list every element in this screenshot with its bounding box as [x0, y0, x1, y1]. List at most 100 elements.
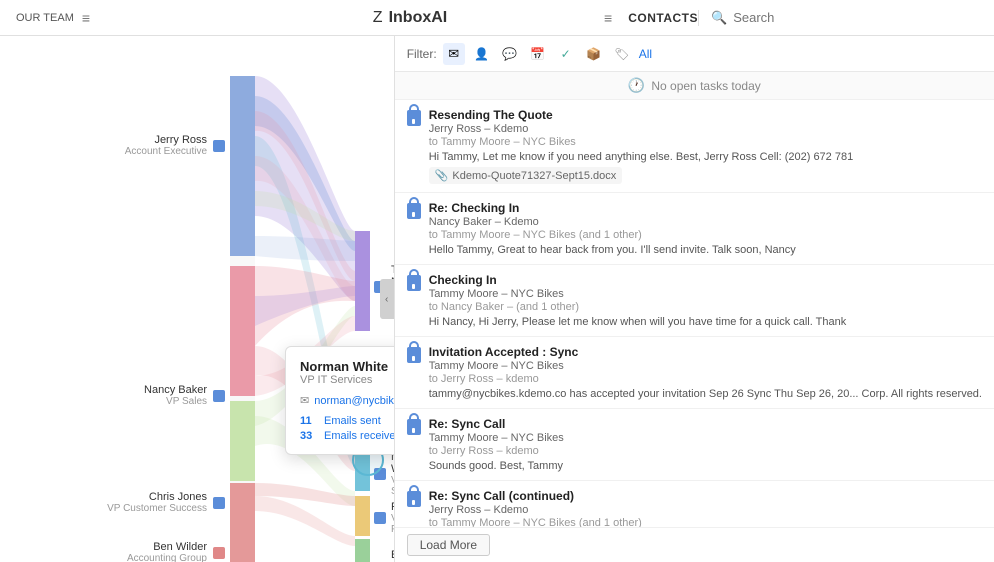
- menu-icon[interactable]: ≡: [82, 10, 90, 26]
- jerry-ross-label: Jerry Ross Account Executive: [20, 134, 225, 157]
- chat-filter-icon[interactable]: 💬: [499, 43, 521, 65]
- collapse-panel-button[interactable]: ‹: [380, 279, 394, 319]
- search-section: 🔍: [698, 10, 978, 26]
- email-from: Tammy Moore – NYC Bikes: [429, 360, 982, 372]
- email-subject: Re: Checking In: [429, 201, 982, 215]
- chris-jones-label: Chris Jones VP Customer Success: [20, 491, 225, 514]
- email-icon: ✉: [300, 394, 309, 407]
- no-tasks-text: No open tasks today: [651, 79, 760, 93]
- ben-wilder-indicator: [213, 547, 225, 559]
- load-more-container: Load More: [395, 527, 994, 562]
- email-subject: Checking In: [429, 273, 982, 287]
- load-more-button[interactable]: Load More: [407, 534, 490, 556]
- search-icon: 🔍: [711, 10, 727, 26]
- tag-filter-icon[interactable]: 🏷: [611, 43, 633, 65]
- email-lock-icon: [407, 203, 421, 256]
- check-filter-icon[interactable]: ✓: [555, 43, 577, 65]
- nancy-baker-name: Nancy Baker: [144, 384, 207, 396]
- nancy-baker-label: Nancy Baker VP Sales: [20, 384, 225, 407]
- email-from: Nancy Baker – Kdemo: [429, 216, 982, 228]
- chris-jones-name: Chris Jones: [107, 491, 207, 503]
- popup-email-row: ✉ norman@nycbikes.kdemo.co: [300, 394, 395, 407]
- email-to: to Nancy Baker – (and 1 other): [429, 301, 982, 313]
- chris-jones-title: VP Customer Success: [107, 503, 207, 514]
- filter-bar: Filter: ✉ 👤 💬 📅 ✓ 📦 🏷 All: [395, 36, 994, 72]
- email-preview: Hello Tammy, Great to hear back from you…: [429, 244, 982, 256]
- email-lock-icon: [407, 491, 421, 527]
- contacts-nav[interactable]: CONTACTS: [628, 11, 698, 25]
- logo-icon: Z: [373, 9, 383, 27]
- person-filter-icon[interactable]: 👤: [471, 43, 493, 65]
- email-lock-icon: [407, 419, 421, 472]
- email-subject: Re: Sync Call (continued): [429, 489, 982, 503]
- clock-icon: 🕐: [628, 77, 645, 94]
- ruth-bell-name: Ruth Bell: [391, 501, 395, 513]
- emails-received-link[interactable]: Emails received: [324, 430, 395, 442]
- email-item[interactable]: Re: Sync Call Tammy Moore – NYC Bikes to…: [395, 409, 994, 481]
- calendar-filter-icon[interactable]: 📅: [527, 43, 549, 65]
- sankey-svg: [0, 36, 394, 562]
- ben-wilder-label: Ben Wilder Accounting Group: [20, 541, 225, 562]
- email-content: Re: Checking In Nancy Baker – Kdemo to T…: [429, 201, 982, 256]
- jerry-ross-name: Jerry Ross: [125, 134, 207, 146]
- chris-jones-indicator: [213, 497, 225, 509]
- popup-title: VP IT Services: [300, 374, 395, 386]
- team-section: OUR TEAM ≡: [16, 10, 216, 26]
- right-panel: Filter: ✉ 👤 💬 📅 ✓ 📦 🏷 All 🕐 No open task…: [395, 36, 994, 562]
- email-item[interactable]: Resending The Quote Jerry Ross – Kdemo t…: [395, 100, 994, 193]
- header-nav: ≡ CONTACTS: [604, 10, 698, 26]
- emails-sent-count: 11: [300, 415, 320, 427]
- attachment-icon: 📎: [435, 169, 449, 182]
- team-label: OUR TEAM: [16, 12, 74, 24]
- emails-received-count: 33: [300, 430, 320, 442]
- search-input[interactable]: [733, 10, 966, 25]
- email-from: Tammy Moore – NYC Bikes: [429, 432, 982, 444]
- email-item[interactable]: Re: Sync Call (continued) Jerry Ross – K…: [395, 481, 994, 527]
- popup-stats: 11 Emails sent 33 Emails received: [300, 415, 395, 442]
- email-item[interactable]: Re: Checking In Nancy Baker – Kdemo to T…: [395, 193, 994, 265]
- filter-label: Filter:: [407, 47, 437, 61]
- sankey-panel: Jerry Ross Account Executive Nancy Baker…: [0, 36, 395, 562]
- nancy-baker-indicator: [213, 390, 225, 402]
- email-content: Invitation Accepted : Sync Tammy Moore –…: [429, 345, 982, 400]
- nav-icon[interactable]: ≡: [604, 10, 612, 26]
- email-content: Resending The Quote Jerry Ross – Kdemo t…: [429, 108, 982, 184]
- email-to: to Tammy Moore – NYC Bikes: [429, 136, 982, 148]
- email-subject: Resending The Quote: [429, 108, 982, 122]
- email-to: to Jerry Ross – kdemo: [429, 373, 982, 385]
- popup-name: Norman White: [300, 359, 395, 374]
- email-lock-icon: [407, 110, 421, 184]
- email-preview: Sounds good. Best, Tammy: [429, 460, 982, 472]
- nancy-baker-title: VP Sales: [144, 396, 207, 407]
- email-item[interactable]: Checking In Tammy Moore – NYC Bikes to N…: [395, 265, 994, 337]
- email-from: Jerry Ross – Kdemo: [429, 123, 982, 135]
- email-list[interactable]: Resending The Quote Jerry Ross – Kdemo t…: [395, 100, 994, 527]
- email-filter-icon[interactable]: ✉: [443, 43, 465, 65]
- email-preview: Hi Nancy, Hi Jerry, Please let me know w…: [429, 316, 982, 328]
- all-filter[interactable]: All: [639, 47, 652, 61]
- email-subject: Re: Sync Call: [429, 417, 982, 431]
- email-lock-icon: [407, 275, 421, 328]
- email-from: Tammy Moore – NYC Bikes: [429, 288, 982, 300]
- popup-email[interactable]: norman@nycbikes.kdemo.co: [314, 395, 394, 407]
- email-attachment: 📎 Kdemo-Quote71327-Sept15.docx: [429, 167, 623, 184]
- email-to: to Tammy Moore – NYC Bikes (and 1 other): [429, 229, 982, 241]
- ruth-bell-label: Ruth Bell VP Procurement: [374, 501, 395, 535]
- jerry-ross-indicator: [213, 140, 225, 152]
- no-tasks-bar: 🕐 No open tasks today: [395, 72, 994, 100]
- email-content: Checking In Tammy Moore – NYC Bikes to N…: [429, 273, 982, 328]
- ruth-bell-title: VP Procurement: [391, 513, 395, 535]
- email-to: to Jerry Ross – kdemo: [429, 445, 982, 457]
- box-filter-icon[interactable]: 📦: [583, 43, 605, 65]
- email-subject: Invitation Accepted : Sync: [429, 345, 982, 359]
- ezra-jordan-label: Ezra Jordan Store manager: [374, 549, 395, 562]
- ben-wilder-name: Ben Wilder: [127, 541, 207, 553]
- emails-sent-link[interactable]: Emails sent: [324, 415, 381, 427]
- email-item[interactable]: Invitation Accepted : Sync Tammy Moore –…: [395, 337, 994, 409]
- ben-wilder-title: Accounting Group: [127, 553, 207, 562]
- jerry-ross-title: Account Executive: [125, 146, 207, 157]
- emails-received-row: 33 Emails received: [300, 430, 395, 442]
- email-content: Re: Sync Call Tammy Moore – NYC Bikes to…: [429, 417, 982, 472]
- contact-popup: Norman White VP IT Services ✉ norman@nyc…: [285, 346, 395, 455]
- emails-sent-row: 11 Emails sent: [300, 415, 395, 427]
